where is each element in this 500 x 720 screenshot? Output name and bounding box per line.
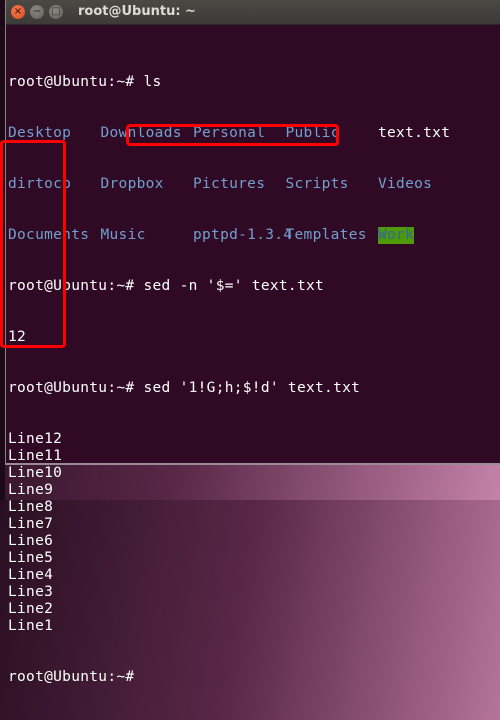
ls-entry: Work [378, 227, 415, 244]
output-line: Line8 [8, 499, 54, 515]
prompt: root@Ubuntu:~# [8, 669, 135, 685]
maximize-button[interactable]: □ [49, 5, 63, 19]
ls-entry: Music [100, 227, 146, 243]
ls-entry: pptpd-1.3.4 [193, 227, 293, 243]
ls-entry: Scripts [285, 176, 349, 192]
title-bar[interactable]: × − □ root@Ubuntu: ~ [6, 0, 500, 25]
command: sed '1!G;h;$!d' text.txt [143, 380, 361, 396]
output-line: Line7 [8, 516, 54, 532]
close-button[interactable]: × [11, 5, 25, 19]
ls-entry: Dropbox [100, 176, 164, 192]
minimize-icon: − [32, 6, 42, 17]
command: sed -n '$=' text.txt [143, 278, 325, 294]
reverse-output: Line12 Line11 Line10 Line9 Line8 Line7 Line6 Li… [8, 431, 500, 635]
ls-entry: Templates [285, 227, 367, 243]
output-line: Line12 [8, 431, 63, 447]
output-line: Line1 [8, 618, 54, 634]
output-line: Line11 [8, 448, 63, 464]
output-line: Line5 [8, 550, 54, 566]
command-line-count: root@Ubuntu:~# sed -n '$=' text.txt [8, 278, 500, 295]
ls-entry: text.txt [378, 125, 451, 141]
ls-entry: Pictures [193, 176, 266, 192]
close-icon: × [13, 6, 23, 17]
final-prompt: root@Ubuntu:~# [8, 669, 500, 686]
minimize-button[interactable]: − [30, 5, 44, 19]
maximize-icon: □ [51, 6, 61, 17]
command: ls [143, 74, 162, 90]
window-title: root@Ubuntu: ~ [78, 4, 196, 19]
output-line: Line2 [8, 601, 54, 617]
command-highlight-box [126, 124, 339, 146]
ls-entry: Videos [378, 176, 433, 192]
prompt: root@Ubuntu:~# [8, 74, 144, 90]
output-line: Line4 [8, 567, 54, 583]
ls-row: Documents Music pptpd-1.3.4Templates Work [8, 227, 500, 244]
terminal-window[interactable]: × − □ root@Ubuntu: ~ root@Ubuntu:~# ls D… [0, 0, 500, 685]
ls-row: dirtocp Dropbox Pictures Scripts Videos [8, 176, 500, 193]
output-line: Line10 [8, 465, 63, 481]
output-line: Line6 [8, 533, 54, 549]
command-line-ls: root@Ubuntu:~# ls [8, 74, 500, 91]
output-line: Line3 [8, 584, 54, 600]
output-highlight-box [0, 140, 66, 348]
prompt: root@Ubuntu:~# [8, 380, 144, 396]
count-output: 12 [8, 329, 27, 345]
output-line: Line9 [8, 482, 54, 498]
command-line-reverse: root@Ubuntu:~# sed '1!G;h;$!d' text.txt [8, 380, 500, 397]
